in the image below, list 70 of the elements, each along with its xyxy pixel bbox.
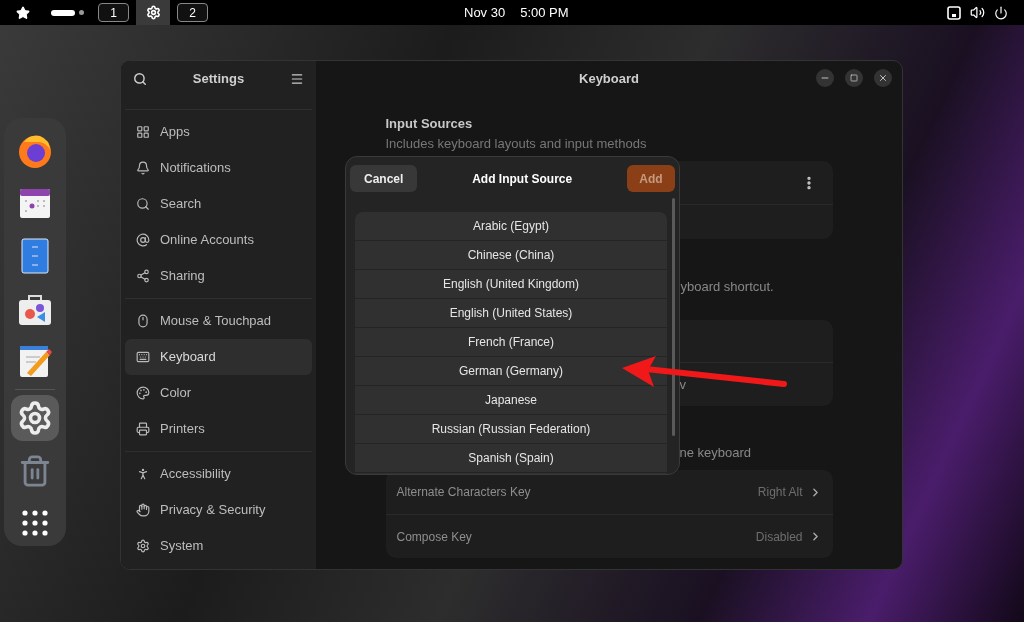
menu-icon[interactable]: [290, 71, 304, 86]
window-title: Keyboard: [579, 69, 639, 88]
bell-icon: [136, 161, 150, 175]
language-item[interactable]: English (United Kingdom): [355, 270, 667, 299]
maximize-button[interactable]: [845, 69, 863, 87]
volume-icon[interactable]: [970, 5, 985, 20]
sidebar-item[interactable]: Accessibility: [125, 456, 312, 492]
sidebar-item[interactable]: Color: [125, 375, 312, 411]
workspace-indicator[interactable]: [79, 10, 84, 15]
at-sign-icon: [136, 233, 150, 247]
close-button[interactable]: [874, 69, 892, 87]
trash-icon: [18, 453, 52, 488]
palette-icon: [136, 386, 150, 400]
row-label: v: [679, 375, 686, 394]
search-icon: [136, 197, 150, 211]
settings-row[interactable]: Compose Key Disabled: [385, 514, 833, 558]
workspace-button[interactable]: 2: [177, 3, 208, 22]
language-item[interactable]: Arabic (Egypt): [355, 212, 667, 241]
search-icon[interactable]: [133, 71, 147, 86]
workspace-button[interactable]: [136, 0, 170, 25]
sidebar-item[interactable]: System: [125, 528, 312, 564]
power-icon[interactable]: [994, 5, 1008, 20]
gear-icon: [17, 399, 53, 436]
sidebar-item[interactable]: Online Accounts: [125, 222, 312, 258]
clock-text[interactable]: 5:00 PM: [520, 2, 569, 23]
section-heading: Input Sources: [385, 116, 474, 132]
settings-row[interactable]: Alternate Characters Key Right Alt: [385, 470, 833, 514]
workspace-indicator[interactable]: [51, 9, 75, 16]
sidebar-item[interactable]: Sharing: [125, 258, 312, 294]
sidebar-item[interactable]: Search: [125, 186, 312, 222]
share-icon: [136, 269, 150, 283]
document-icon: [20, 238, 50, 275]
apps-icon: [136, 125, 150, 139]
maximize-icon: [850, 74, 858, 82]
workspace-button[interactable]: 1: [98, 3, 129, 22]
calendar-icon: [18, 186, 52, 221]
printer-icon: [136, 422, 150, 436]
gear-icon: [136, 539, 150, 553]
language-item[interactable]: Japanese: [355, 386, 667, 415]
person-icon: [136, 467, 150, 481]
gear-icon: [145, 5, 161, 20]
language-item[interactable]: French (France): [355, 328, 667, 357]
section-description: Includes keyboard layouts and input methods: [385, 136, 648, 152]
sidebar-item[interactable]: Privacy & Security: [125, 492, 312, 528]
minimize-button[interactable]: [816, 69, 834, 87]
sidebar-title: Settings: [191, 69, 246, 88]
sidebar-item[interactable]: Keyboard: [125, 339, 312, 375]
sidebar-item[interactable]: Printers: [125, 411, 312, 447]
app-grid-icon: [22, 510, 48, 537]
network-icon[interactable]: [947, 5, 961, 20]
sidebar-item[interactable]: Mouse & Touchpad: [125, 303, 312, 339]
star-icon[interactable]: [16, 5, 30, 20]
text-editor-icon: [18, 343, 52, 380]
date-text[interactable]: Nov 30: [464, 2, 506, 23]
section-description: ne keyboard: [679, 445, 752, 461]
close-icon: [878, 73, 888, 83]
section-description: yboard shortcut.: [680, 279, 774, 295]
keyboard-icon: [136, 350, 150, 364]
mouse-icon: [136, 314, 150, 328]
language-item[interactable]: Russian (Russian Federation): [355, 415, 667, 444]
sidebar-item[interactable]: Notifications: [125, 150, 312, 186]
cancel-button[interactable]: Cancel: [350, 165, 418, 192]
dialog-title: Add Input Source: [471, 170, 574, 188]
hand-icon: [136, 503, 150, 517]
language-item[interactable]: Spanish (Spain): [355, 444, 667, 473]
scrollbar[interactable]: [672, 198, 675, 436]
sidebar-item[interactable]: Apps: [125, 114, 312, 150]
dock-item[interactable]: [11, 395, 59, 441]
language-item[interactable]: Chinese (China): [355, 241, 667, 270]
language-item[interactable]: English (United States): [355, 299, 667, 328]
